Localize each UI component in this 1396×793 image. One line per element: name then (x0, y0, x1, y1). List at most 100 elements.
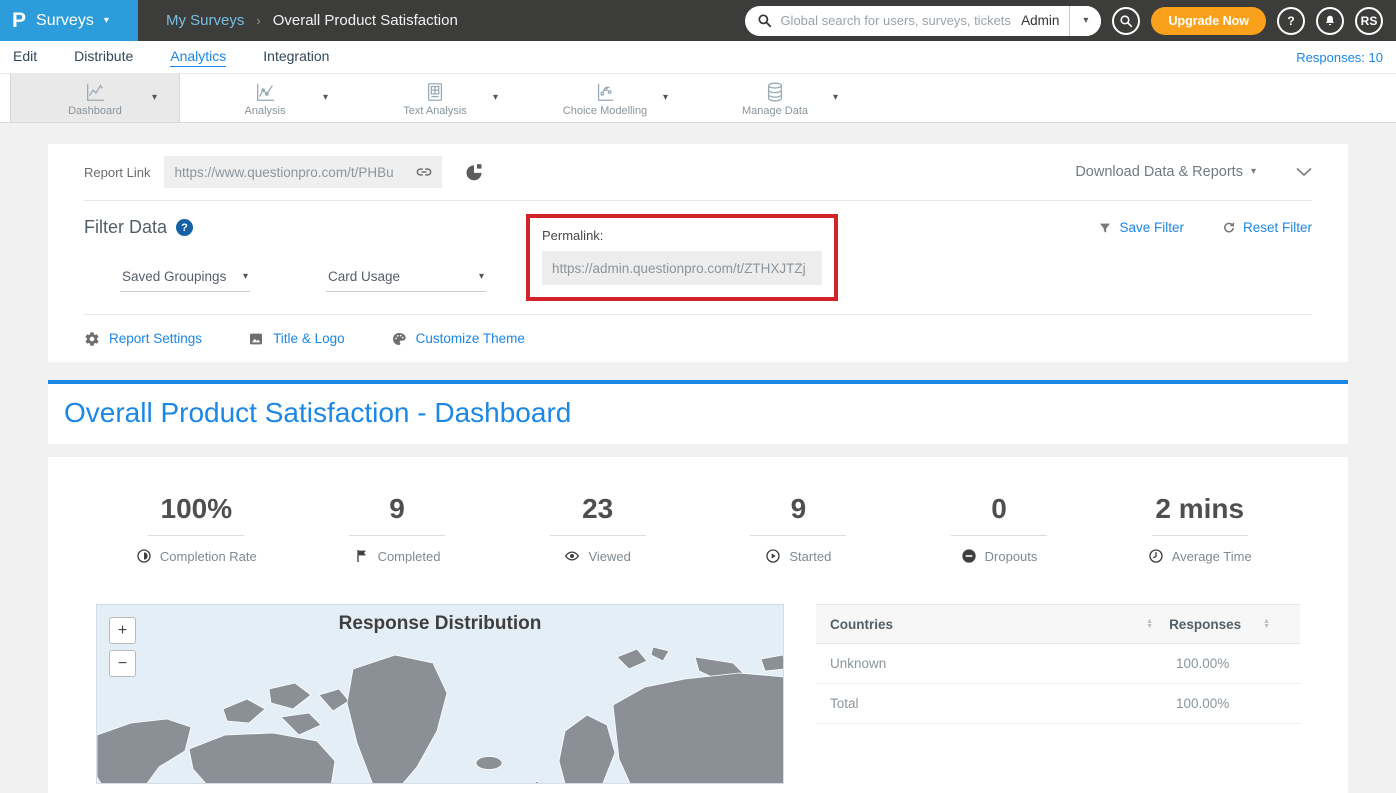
survey-tabs: Edit Distribute Analytics Integration Re… (0, 41, 1396, 73)
dashboard-content-card: 100% Completion Rate 9 (48, 457, 1348, 793)
stat-label-text: Dropouts (985, 549, 1038, 564)
breadcrumb: My Surveys › Overall Product Satisfactio… (166, 12, 458, 29)
chevron-down-icon[interactable]: ▾ (152, 93, 157, 103)
chevron-down-icon[interactable]: ▾ (833, 93, 838, 103)
world-map[interactable] (97, 639, 784, 784)
sort-icon[interactable]: ▲▼ (1263, 619, 1270, 629)
tab-integration[interactable]: Integration (263, 48, 329, 66)
chevron-down-icon[interactable]: ▾ (323, 93, 328, 103)
play-circle-icon (765, 548, 781, 564)
collapse-panel-icon[interactable] (1296, 164, 1312, 180)
global-search: Admin ▾ (745, 6, 1101, 36)
ribbon-item-manage-data[interactable]: Manage Data ▾ (690, 74, 860, 122)
responses-cell: 100.00% (1176, 656, 1286, 671)
dashboard-main: Report Link https://www.questionpro.com/… (0, 123, 1396, 793)
clock-icon (1148, 548, 1164, 564)
title-logo-label: Title & Logo (273, 331, 345, 346)
permalink-highlight-box: Permalink: https://admin.questionpro.com… (526, 214, 838, 301)
save-filter-button[interactable]: Save Filter (1098, 220, 1184, 235)
chevron-down-icon: ▾ (1083, 16, 1088, 26)
search-scope-label: Admin (1011, 13, 1069, 28)
stat-value: 9 (791, 493, 807, 525)
stat-started: 9 Started (698, 493, 899, 564)
breadcrumb-separator-icon: › (256, 13, 260, 28)
ribbon-item-choice-modelling[interactable]: Choice Modelling ▾ (520, 74, 690, 122)
analysis-chart-icon (253, 79, 277, 103)
dashboard-chart-icon (83, 79, 107, 103)
stat-value: 0 (991, 493, 1007, 525)
report-customization-row: Report Settings Title & Logo Customize T… (84, 315, 1312, 362)
customize-theme-label: Customize Theme (416, 331, 525, 346)
chevron-down-icon: ▾ (243, 272, 248, 282)
download-data-reports-menu[interactable]: Download Data & Reports ▾ (1075, 164, 1256, 180)
permalink-url: https://admin.questionpro.com/t/ZTHXJTZj (552, 261, 806, 276)
country-cell: Unknown (830, 656, 1176, 671)
tab-distribute[interactable]: Distribute (74, 48, 133, 66)
saved-groupings-label: Saved Groupings (122, 269, 226, 284)
avatar-initials: RS (1361, 14, 1378, 28)
text-analysis-icon (423, 79, 447, 103)
chevron-down-icon[interactable]: ▾ (493, 93, 498, 103)
saved-groupings-dropdown[interactable]: Saved Groupings ▾ (120, 265, 250, 292)
palette-icon (391, 331, 407, 347)
search-scope-dropdown[interactable]: ▾ (1069, 6, 1101, 36)
bell-icon (1323, 14, 1337, 28)
ribbon-item-analysis[interactable]: Analysis ▾ (180, 74, 350, 122)
image-icon (248, 331, 264, 347)
map-and-table-row: Response Distribution + − (96, 604, 1300, 784)
top-header: P Surveys ▾ My Surveys › Overall Product… (0, 0, 1396, 41)
title-logo-link[interactable]: Title & Logo (248, 331, 345, 347)
filter-help-icon[interactable]: ? (176, 219, 193, 236)
reset-filter-label: Reset Filter (1243, 220, 1312, 235)
question-mark-icon: ? (1287, 14, 1294, 28)
ribbon-label: Text Analysis (403, 105, 467, 117)
chevron-down-icon[interactable]: ▾ (663, 93, 668, 103)
card-usage-dropdown[interactable]: Card Usage ▾ (326, 265, 486, 292)
search-icon (757, 13, 772, 28)
report-settings-link[interactable]: Report Settings (84, 331, 202, 347)
header-actions: Admin ▾ Upgrade Now ? RS (745, 6, 1396, 36)
permalink-field[interactable]: https://admin.questionpro.com/t/ZTHXJTZj (542, 251, 822, 285)
report-link-field[interactable]: https://www.questionpro.com/t/PHBu (164, 156, 442, 188)
advanced-search-button[interactable] (1112, 7, 1140, 35)
search-icon (1119, 14, 1133, 28)
stat-value: 9 (389, 493, 405, 525)
minus-circle-icon (961, 548, 977, 564)
global-search-input[interactable] (780, 13, 1011, 28)
ribbon-item-dashboard[interactable]: Dashboard ▾ (10, 74, 180, 122)
sort-icon[interactable]: ▲▼ (1146, 619, 1153, 629)
ribbon-item-text-analysis[interactable]: Text Analysis ▾ (350, 74, 520, 122)
stat-completed: 9 Completed (297, 493, 498, 564)
stat-value: 2 mins (1155, 493, 1244, 525)
report-settings-card: Report Link https://www.questionpro.com/… (48, 144, 1348, 362)
database-icon (763, 79, 787, 103)
product-switcher[interactable]: P Surveys ▾ (0, 0, 138, 41)
download-data-reports-label: Download Data & Reports (1075, 164, 1243, 180)
help-button[interactable]: ? (1277, 7, 1305, 35)
notifications-button[interactable] (1316, 7, 1344, 35)
responses-count: Responses: 10 (1296, 50, 1383, 65)
countries-table-header: Countries ▲▼ Responses ▲▼ (816, 604, 1300, 644)
user-avatar[interactable]: RS (1355, 7, 1383, 35)
link-icon (414, 162, 434, 182)
reset-filter-button[interactable]: Reset Filter (1222, 220, 1312, 235)
breadcrumb-current: Overall Product Satisfaction (273, 12, 458, 29)
questionpro-logo: P (12, 10, 26, 31)
responses-cell: 100.00% (1176, 696, 1286, 711)
map-title: Response Distribution (97, 613, 783, 635)
stat-label-text: Completed (378, 549, 441, 564)
upgrade-now-button[interactable]: Upgrade Now (1151, 7, 1266, 35)
tab-analytics[interactable]: Analytics (170, 48, 226, 67)
chevron-down-icon: ▾ (104, 16, 109, 26)
stat-label-text: Viewed (588, 549, 630, 564)
completion-rate-icon (136, 548, 152, 564)
stat-label-text: Average Time (1172, 549, 1252, 564)
country-cell: Total (830, 696, 1176, 711)
breadcrumb-parent-link[interactable]: My Surveys (166, 12, 244, 29)
countries-column-header[interactable]: Countries (830, 617, 1138, 632)
stat-label-text: Started (789, 549, 831, 564)
tab-edit[interactable]: Edit (13, 48, 37, 66)
responses-column-header[interactable]: Responses (1169, 617, 1255, 632)
customize-theme-link[interactable]: Customize Theme (391, 331, 525, 347)
share-report-icon[interactable] (464, 162, 484, 182)
